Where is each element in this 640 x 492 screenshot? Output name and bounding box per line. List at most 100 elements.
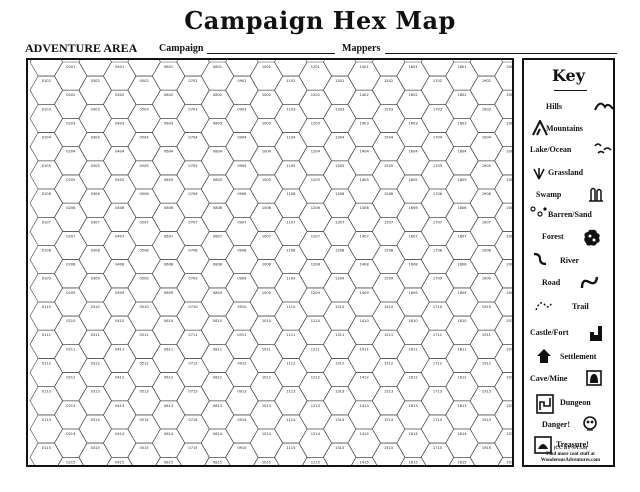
hex-number: 1210 [311,319,321,323]
hex-number: 1811 [457,347,466,351]
hex-number: 2014 [506,432,512,436]
hex-number: 1906 [482,192,492,196]
hex-number: 1302 [335,79,344,83]
mountains-icon [532,118,548,138]
hex-number: 0513 [140,390,149,394]
hex-number: 0402 [115,93,124,97]
hex-cell [127,60,161,77]
hex-number: 1610 [409,319,419,323]
hex-number: 1507 [384,220,393,224]
hex-number: 0905 [237,164,246,168]
hex-number: 1310 [335,305,345,309]
hex-number: 1515 [384,446,393,450]
hex-number: 0315 [91,446,100,450]
hex-number: 1005 [262,178,271,182]
key-item-cave-mine: Cave/Mine [528,370,613,388]
hex-grid: 0101010201030104010501060107010801090110… [29,60,512,465]
hex-number: 1114 [286,418,296,422]
mappers-field[interactable] [385,53,617,54]
hex-number: 1212 [311,376,320,380]
hex-number: 0606 [164,206,174,210]
hex-number: 0312 [91,361,100,365]
hex-number: 1807 [457,234,466,238]
hex-number: 1908 [482,249,492,253]
key-item-barren-sand: Barren/Sand [528,206,613,224]
hex-number: 1902 [482,79,491,83]
hex-number: 0609 [164,291,174,295]
hex-number: 0103 [42,107,51,111]
hex-number: 0510 [140,305,150,309]
hex-number: 0514 [140,418,150,422]
hex-number: 0307 [91,220,100,224]
hex-number: 1514 [384,418,394,422]
hex-number: 1607 [409,234,418,238]
hex-number: 0902 [237,79,246,83]
hex-number: 0113 [42,390,51,394]
hex-number: 0107 [42,220,51,224]
hex-number: 1106 [286,192,296,196]
hex-number: 1015 [262,460,271,464]
river-icon [532,252,548,268]
key-item-label: Grassland [548,168,584,177]
hex-cell [420,60,455,77]
hex-number: 1707 [433,220,442,224]
key-item-lake-ocean: Lake/Ocean [528,141,613,159]
key-item-label: Road [542,278,561,287]
hex-number: 0204 [66,150,76,154]
key-item-mountains: Mountains [528,118,613,138]
hex-number: 1909 [482,277,492,281]
forest-icon [582,228,602,250]
hex-number: 1401 [360,65,369,69]
hex-number: 1502 [384,79,393,83]
road-icon [580,274,600,292]
hex-number: 0702 [188,79,197,83]
hex-number: 0509 [140,277,150,281]
hex-number: 2001 [506,65,512,69]
hex-number: 1111 [286,333,295,337]
hex-number: 0211 [66,347,75,351]
hex-number: 0512 [140,361,149,365]
hex-number: 0615 [164,460,173,464]
hex-number: 1209 [311,291,321,295]
hex-number: 0815 [213,460,222,464]
campaign-field[interactable] [207,53,335,54]
map-key: Key Hills Mountains Lake/Ocean Grassland Swa… [522,58,615,467]
hex-number: 0305 [91,164,100,168]
key-item-danger: Danger! [528,416,613,434]
hex-number: 0413 [115,404,124,408]
campaign-label: Campaign [159,43,204,54]
hex-number: 0503 [140,107,149,111]
hex-number: 1411 [360,347,369,351]
hex-number: 0914 [237,418,247,422]
hex-number: 1715 [433,446,442,450]
hex-number: 1805 [457,178,466,182]
cave-mine-icon [586,370,602,388]
hex-number: 1303 [335,107,344,111]
hex-number: 0408 [115,263,125,267]
hex-number: 1408 [360,263,370,267]
hex-number: 0915 [237,446,246,450]
hex-number: 1404 [360,150,370,154]
hex-cell [176,60,210,77]
hex-number: 0412 [115,376,124,380]
hex-number: 1012 [262,376,271,380]
hex-number: 1304 [335,136,345,140]
hex-number: 0913 [237,390,246,394]
hex-number: 1112 [286,361,295,365]
hex-number: 2011 [506,347,512,351]
hex-number: 0515 [140,446,149,450]
hex-number: 0302 [91,79,100,83]
hex-number: 0102 [42,79,51,83]
hex-number: 0803 [213,122,222,126]
header-fields: ADVENTURE AREA Campaign Mappers [25,41,617,57]
hex-number: 1312 [335,361,344,365]
hex-number: 1808 [457,263,467,267]
key-item-label: River [560,256,580,265]
hex-number: 0502 [140,79,149,83]
hex-number: 0112 [42,361,51,365]
key-item-castle-fort: Castle/Fort [528,324,613,342]
hex-number: 2005 [506,178,512,182]
key-item-dungeon: Dungeon [528,394,613,414]
hex-number: 0710 [188,305,198,309]
key-item-grassland: Grassland [528,164,613,182]
